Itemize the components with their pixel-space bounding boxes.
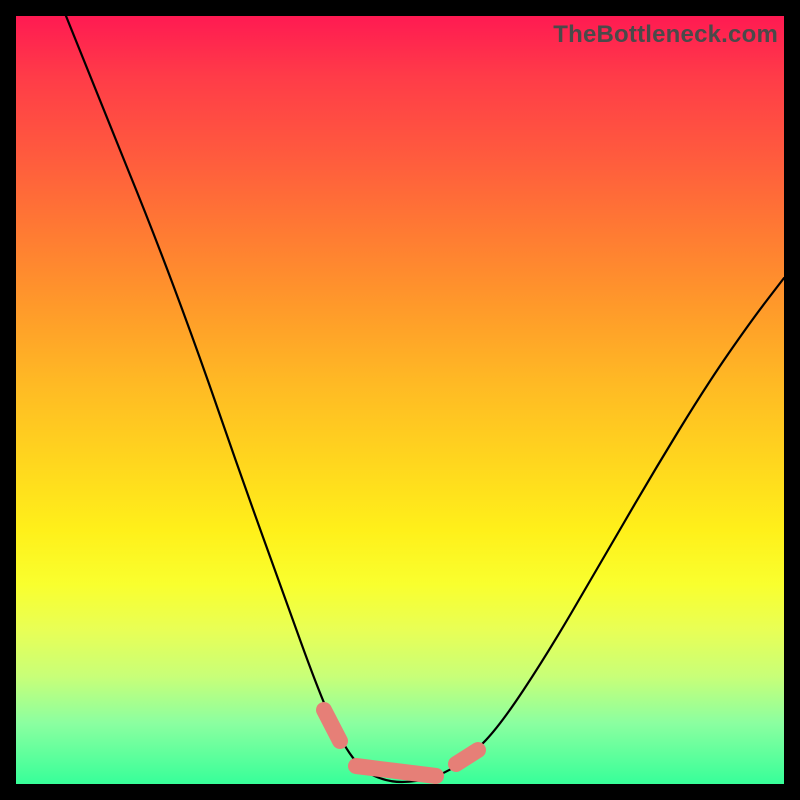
highlight-group	[324, 710, 478, 776]
plot-area: TheBottleneck.com	[16, 16, 784, 784]
chart-frame: TheBottleneck.com	[0, 0, 800, 800]
highlight-segment	[356, 766, 436, 776]
bottleneck-curve	[66, 16, 784, 782]
highlight-segment	[456, 750, 478, 764]
highlight-segment	[324, 710, 340, 741]
chart-svg	[16, 16, 784, 784]
